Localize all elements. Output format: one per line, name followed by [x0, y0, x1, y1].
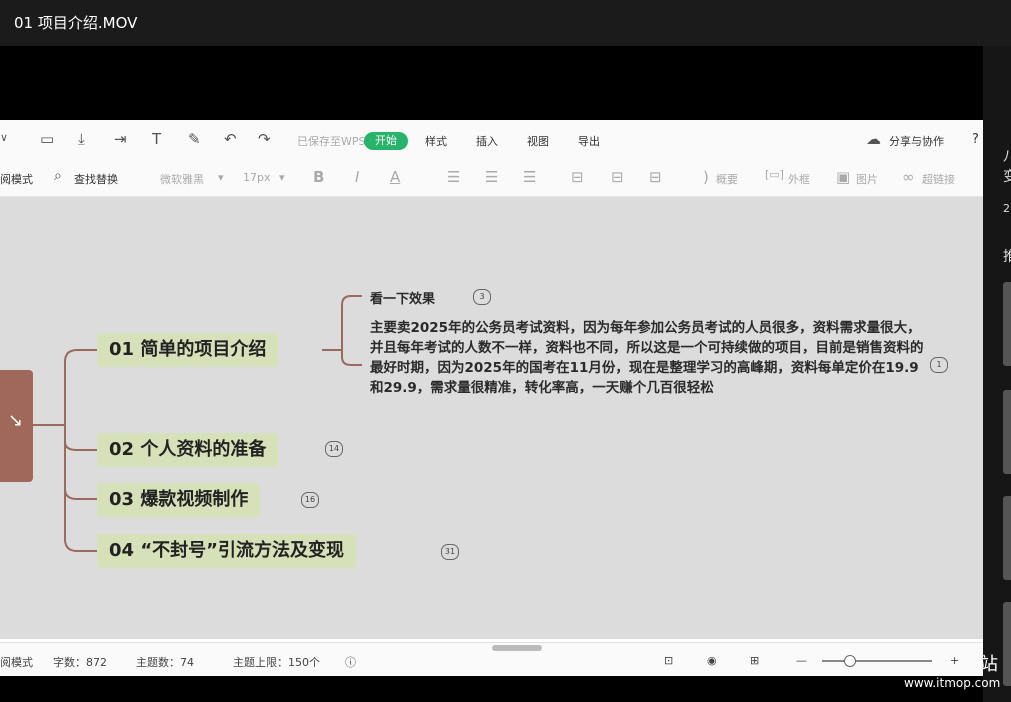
topic-count: 主题数：74	[136, 656, 194, 669]
description-node[interactable]: 主要卖2025年的公务员考试资料，因为每年参加公务员考试的人员很多，资料需求量很…	[370, 318, 930, 398]
summary-button[interactable]: 概要	[716, 171, 738, 187]
zoom-in-icon[interactable]: +	[950, 654, 959, 667]
image-button[interactable]: 图片	[856, 171, 878, 187]
panel-text: 八	[1003, 149, 1011, 165]
share-button[interactable]: 分享与协作	[889, 133, 944, 149]
count-badge[interactable]: 16	[301, 492, 319, 508]
image-icon[interactable]: ▣	[836, 168, 850, 186]
chevron-down-icon[interactable]: ▾	[218, 171, 224, 184]
tab-style[interactable]: 样式	[425, 133, 447, 149]
add-parent-icon[interactable]: ⊟	[649, 168, 662, 186]
mindmap-canvas: ↘ 01 简单的项目介绍 02 个人资料的准备 14 03 爆款视频制作 16 …	[0, 197, 983, 639]
size-select[interactable]: 17px	[243, 171, 271, 184]
tab-start[interactable]: 开始	[364, 132, 408, 150]
sub-node-effect[interactable]: 看一下效果	[370, 288, 435, 307]
tab-insert[interactable]: 插入	[476, 133, 498, 149]
help-button[interactable]: ?	[972, 132, 979, 147]
format-icon[interactable]: T	[152, 130, 161, 148]
share-icon[interactable]: ☁	[866, 130, 881, 148]
zoom-slider[interactable]	[822, 655, 932, 667]
window-titlebar: 01 项目介绍.MOV	[0, 0, 1011, 46]
save-status: 已保存至WPS	[297, 135, 366, 148]
panel-text: 2	[1003, 202, 1010, 215]
watermark-logo: 站	[980, 654, 998, 675]
chevron-down-icon[interactable]: ∨	[0, 131, 8, 144]
count-badge[interactable]: 1	[930, 357, 948, 373]
find-replace-button[interactable]: 查找替换	[74, 171, 118, 187]
top-toolbar: ∨ ▭ ⤓ ⇥ T ✎ ↶ ↷ 已保存至WPS 开始 样式 插入 视图 导出 ☁…	[0, 120, 983, 161]
link-button[interactable]: 超链接	[922, 171, 955, 187]
count-badge[interactable]: 31	[441, 544, 459, 560]
root-node[interactable]: ↘	[0, 370, 33, 482]
app-screen: ∨ ▭ ⤓ ⇥ T ✎ ↶ ↷ 已保存至WPS 开始 样式 插入 视图 导出 ☁…	[0, 120, 983, 676]
thumbnail[interactable]	[1003, 496, 1011, 580]
frame-button[interactable]: 外框	[788, 171, 810, 187]
word-count: 字数：872	[53, 656, 107, 669]
format-toolbar: 阅模式 ⌕ 查找替换 微软雅黑 ▾ 17px ▾ B I A ☰ ☰ ☰ ⊟ ⊟…	[0, 160, 983, 197]
mode-button[interactable]: 阅模式	[0, 171, 33, 187]
scrollbar[interactable]	[492, 645, 542, 651]
branch-node-1[interactable]: 01 简单的项目介绍	[97, 333, 279, 367]
count-badge[interactable]: 3	[473, 289, 491, 305]
redo-icon[interactable]: ↷	[258, 130, 271, 148]
branch-node-4[interactable]: 04 “不封号”引流方法及变现	[97, 534, 356, 568]
branch-node-3[interactable]: 03 爆款视频制作	[97, 483, 261, 517]
font-color-button[interactable]: A	[390, 168, 400, 186]
root-label: ↘	[8, 410, 24, 431]
panel-text: 推	[1003, 249, 1011, 265]
tab-view[interactable]: 视图	[527, 133, 549, 149]
link-icon[interactable]: ∞	[902, 168, 915, 186]
align-center-icon[interactable]: ☰	[485, 168, 498, 186]
count-badge[interactable]: 14	[325, 441, 343, 457]
summary-icon[interactable]: )	[703, 168, 709, 186]
thumbnail[interactable]	[1003, 282, 1011, 366]
chevron-down-icon[interactable]: ▾	[279, 171, 285, 184]
search-icon[interactable]: ⌕	[54, 168, 62, 184]
fit-icon[interactable]: ⊡	[664, 654, 673, 667]
frame-icon[interactable]: [▭]	[765, 168, 784, 181]
panel-text: 变	[1003, 169, 1011, 185]
window-title: 01 项目介绍.MOV	[14, 14, 138, 32]
download-icon[interactable]: ⤓	[78, 130, 85, 148]
align-left-icon[interactable]: ☰	[447, 168, 460, 186]
topic-limit: 主题上限：150个	[233, 656, 320, 669]
thumbnail[interactable]	[1003, 602, 1011, 686]
right-panel: 八 变 2 推	[983, 46, 1011, 702]
pen-icon[interactable]: ✎	[188, 130, 201, 148]
italic-button[interactable]: I	[355, 168, 359, 186]
zoom-thumb[interactable]	[844, 655, 856, 667]
align-right-icon[interactable]: ☰	[523, 168, 536, 186]
tab-export[interactable]: 导出	[578, 133, 600, 149]
locate-icon[interactable]: ◉	[707, 654, 717, 667]
add-sibling-icon[interactable]: ⊟	[611, 168, 624, 186]
thumbnail[interactable]	[1003, 390, 1011, 474]
watermark-url: www.itmop.com	[904, 676, 1001, 690]
status-mode[interactable]: 阅模式	[0, 654, 33, 670]
font-select[interactable]: 微软雅黑	[160, 171, 204, 187]
save-icon[interactable]: ▭	[40, 130, 54, 148]
bold-button[interactable]: B	[313, 168, 324, 186]
connector-lines	[33, 295, 362, 552]
add-child-icon[interactable]: ⊟	[571, 168, 584, 186]
map-icon[interactable]: ⊞	[750, 654, 759, 667]
branch-node-2[interactable]: 02 个人资料的准备	[97, 433, 279, 467]
zoom-out-icon[interactable]: —	[796, 654, 807, 667]
export-icon[interactable]: ⇥	[114, 130, 127, 148]
help-circle-icon[interactable]: ⓘ	[345, 654, 356, 670]
undo-icon[interactable]: ↶	[224, 130, 237, 148]
